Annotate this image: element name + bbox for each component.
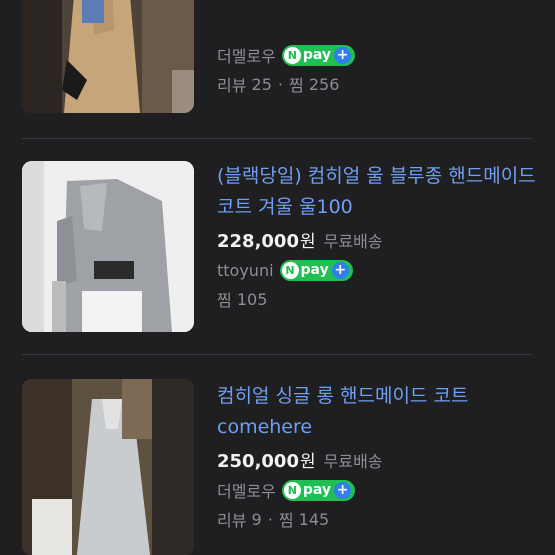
list-item[interactable]: 컴히얼 싱글 롱 핸드메이드 코트 comehere 250,000 원 무료배송… xyxy=(0,355,555,555)
plus-icon: + xyxy=(334,46,352,64)
plus-icon: + xyxy=(334,481,352,499)
seller-name[interactable]: 더멜로우 xyxy=(217,478,276,502)
list-item[interactable]: 더멜로우 Npay + 리뷰 25 · 찜 256 xyxy=(0,0,555,138)
product-title[interactable]: (블랙당일) 컴히얼 울 블루종 핸드메이드 코트 겨울 울100 xyxy=(217,161,537,223)
product-list: 더멜로우 Npay + 리뷰 25 · 찜 256 (블랙당일) 컴히얼 울 블… xyxy=(0,0,555,555)
npay-badge: Npay + xyxy=(281,44,356,66)
shipping-label: 무료배송 xyxy=(323,452,383,471)
product-price: 250,000 xyxy=(217,451,299,472)
shipping-label: 무료배송 xyxy=(323,232,383,251)
stats-line: 리뷰 25 · 찜 256 xyxy=(217,74,340,96)
review-count: 9 xyxy=(251,509,262,529)
stats-line: 리뷰 9 · 찜 145 xyxy=(217,509,330,531)
like-count: 145 xyxy=(298,509,330,529)
npay-badge: Npay + xyxy=(281,479,356,501)
stats-line: 찜 105 xyxy=(217,289,268,311)
npay-n-icon: N xyxy=(283,46,301,64)
product-thumbnail[interactable] xyxy=(22,0,194,113)
like-count: 105 xyxy=(236,289,268,309)
like-count: 256 xyxy=(308,74,340,94)
npay-badge: Npay + xyxy=(279,259,353,281)
seller-name[interactable]: 더멜로우 xyxy=(217,43,276,67)
product-title[interactable]: 컴히얼 싱글 롱 핸드메이드 코트 comehere xyxy=(217,381,537,443)
seller-name[interactable]: ttoyuni xyxy=(217,261,274,280)
plus-icon: + xyxy=(331,261,349,279)
product-thumbnail[interactable] xyxy=(22,161,194,332)
npay-n-icon: N xyxy=(281,261,299,279)
product-price: 228,000 xyxy=(217,231,299,252)
npay-n-icon: N xyxy=(283,481,301,499)
product-thumbnail[interactable] xyxy=(22,379,194,555)
list-item[interactable]: (블랙당일) 컴히얼 울 블루종 핸드메이드 코트 겨울 울100 228,00… xyxy=(0,139,555,353)
review-count: 25 xyxy=(251,74,272,94)
